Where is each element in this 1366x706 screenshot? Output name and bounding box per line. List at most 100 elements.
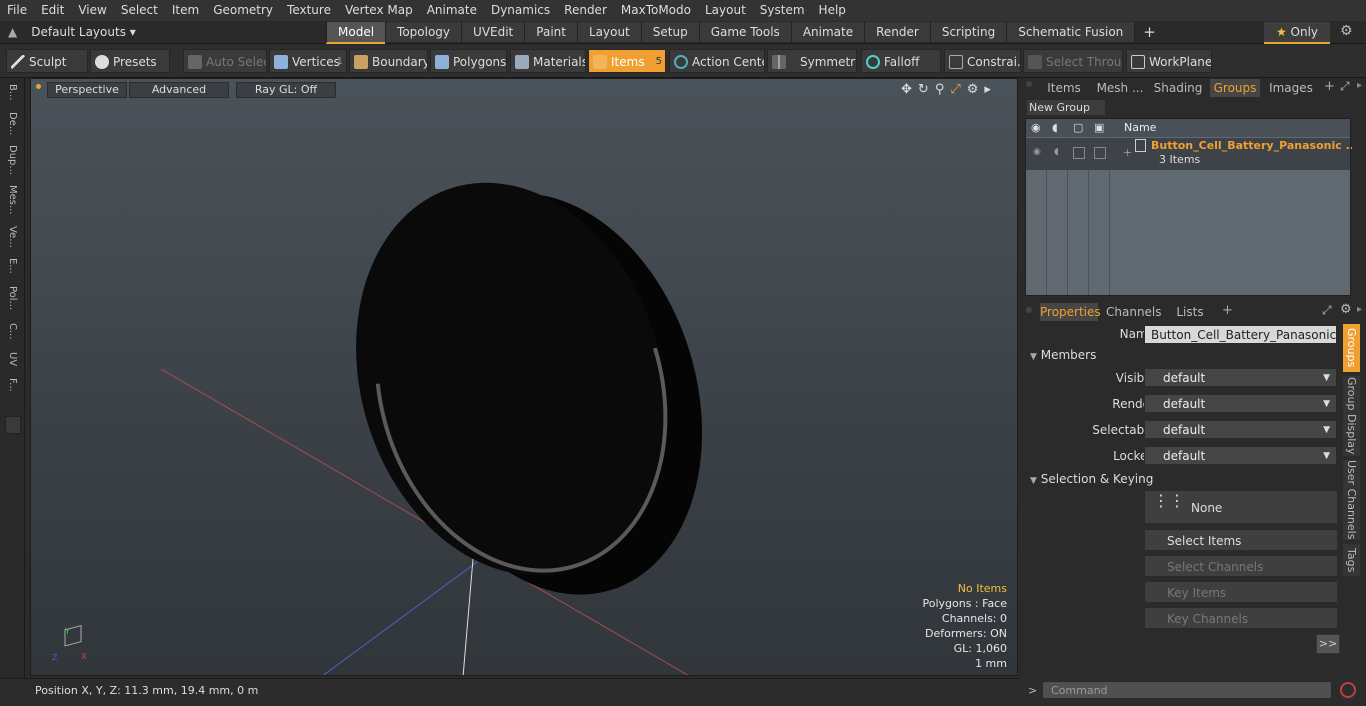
select-through-button[interactable]: Select Through <box>1023 49 1123 73</box>
vertices-button[interactable]: Vertices 1 <box>269 49 347 73</box>
sculpt-button[interactable]: Sculpt <box>6 49 88 73</box>
tab-scripting[interactable]: Scripting <box>929 22 1007 42</box>
presets-button[interactable]: Presets <box>90 49 170 73</box>
falloff-button[interactable]: Falloff <box>861 49 941 73</box>
panel-menu-icon[interactable] <box>1026 81 1032 87</box>
tab-channels[interactable]: Channels <box>1106 303 1162 321</box>
boundary-button[interactable]: Boundary <box>349 49 428 73</box>
group-row[interactable]: + Button_Cell_Battery_Panasonic ... 3 It… <box>1111 138 1358 170</box>
row-lock-checkbox[interactable] <box>1094 147 1106 159</box>
tab-groups[interactable]: Groups <box>1210 79 1260 97</box>
props-expand-icon[interactable]: ⤢ <box>1322 303 1332 318</box>
tab-shading[interactable]: Shading <box>1152 79 1204 97</box>
menu-dynamics[interactable]: Dynamics <box>484 0 557 21</box>
group-list-scrollbar[interactable] <box>1352 118 1364 294</box>
menu-edit[interactable]: Edit <box>34 0 71 21</box>
row-visibility-eye-icon[interactable]: ◉ <box>1033 147 1041 157</box>
left-tab-uv[interactable]: UV <box>3 352 21 366</box>
side-tab-groups[interactable]: Groups <box>1343 324 1360 372</box>
left-tab-edge[interactable]: E... <box>3 258 21 274</box>
props-gear-icon[interactable]: ⚙ <box>1340 302 1352 317</box>
add-tab-button[interactable]: + <box>1134 22 1164 42</box>
tab-topology[interactable]: Topology <box>385 22 462 42</box>
collapse-icon[interactable]: ▲ <box>8 25 17 39</box>
add-tab-icon[interactable]: + <box>1324 79 1335 94</box>
row-select-checkbox[interactable] <box>1073 147 1085 159</box>
3d-viewport[interactable]: Perspective Advanced Ray GL: Off ✥↻⚲⤢⚙▸ … <box>30 78 1018 676</box>
tab-lists[interactable]: Lists <box>1168 303 1212 321</box>
battery-model[interactable] <box>309 144 750 633</box>
tab-mesh[interactable]: Mesh ... <box>1092 79 1148 97</box>
action-center-button[interactable]: Action Center <box>669 49 765 73</box>
name-input[interactable]: Button_Cell_Battery_Panasonic_CR20 <box>1144 325 1337 344</box>
none-button[interactable]: ⋮⋮ None <box>1144 490 1338 524</box>
side-tab-tags[interactable]: Tags <box>1343 544 1360 576</box>
left-tab-mesh-edit[interactable]: Mes... <box>3 185 21 215</box>
gear-icon[interactable]: ⚙ <box>1340 23 1353 39</box>
menu-system[interactable]: System <box>753 0 812 21</box>
locked-dropdown[interactable]: default ▼ <box>1144 446 1337 465</box>
polygons-button[interactable]: Polygons <box>430 49 507 73</box>
tab-model[interactable]: Model <box>326 22 386 44</box>
side-tab-user-channels[interactable]: User Channels <box>1343 460 1360 540</box>
visible-dropdown[interactable]: default ▼ <box>1144 368 1337 387</box>
layout-selector[interactable]: ▲ Default Layouts ▾ <box>8 23 136 41</box>
only-button[interactable]: ★ Only <box>1264 22 1330 44</box>
props-arrow-icon[interactable]: ▸ <box>1357 304 1362 315</box>
menu-texture[interactable]: Texture <box>280 0 338 21</box>
panel-arrow-icon[interactable]: ▸ <box>1357 80 1362 91</box>
menu-select[interactable]: Select <box>114 0 165 21</box>
auto-select-button[interactable]: Auto Select <box>183 49 267 73</box>
name-column-header[interactable]: Name <box>1124 121 1156 134</box>
symmetry-button[interactable]: Symmetry <box>767 49 857 73</box>
tab-animate[interactable]: Animate <box>790 22 865 42</box>
left-tab-fusion[interactable]: F... <box>3 378 21 392</box>
menu-geometry[interactable]: Geometry <box>206 0 280 21</box>
menu-maxtomodo[interactable]: MaxToModo <box>614 0 698 21</box>
menu-help[interactable]: Help <box>812 0 853 21</box>
select-items-button[interactable]: Select Items <box>1144 529 1338 551</box>
tab-game-tools[interactable]: Game Tools <box>698 22 791 42</box>
constraints-button[interactable]: Constrai... <box>944 49 1021 73</box>
expand-panel-icon[interactable]: ⤢ <box>1340 79 1350 94</box>
tab-schematic-fusion[interactable]: Schematic Fusion <box>1006 22 1135 42</box>
record-icon[interactable] <box>1340 682 1356 698</box>
menu-item[interactable]: Item <box>165 0 206 21</box>
materials-button[interactable]: Materials <box>510 49 586 73</box>
strip-toggle-button[interactable] <box>5 416 21 434</box>
more-button[interactable]: >> <box>1316 634 1340 654</box>
row-render-icon[interactable]: ◖ <box>1054 147 1059 157</box>
left-tab-vertex[interactable]: Ve... <box>3 226 21 248</box>
selection-keying-section-header[interactable]: ▼ Selection & Keying <box>1030 472 1153 486</box>
expand-plus-icon[interactable]: + <box>1123 146 1132 159</box>
tab-render[interactable]: Render <box>864 22 930 42</box>
menu-animate[interactable]: Animate <box>420 0 484 21</box>
tab-paint[interactable]: Paint <box>524 22 577 42</box>
render-dropdown[interactable]: default ▼ <box>1144 394 1337 413</box>
menu-file[interactable]: File <box>0 0 34 21</box>
tab-properties[interactable]: Properties <box>1040 303 1101 321</box>
selectable-dropdown[interactable]: default ▼ <box>1144 420 1337 439</box>
tab-layout[interactable]: Layout <box>576 22 641 42</box>
left-tab-basic[interactable]: B... <box>3 84 21 100</box>
tab-setup[interactable]: Setup <box>640 22 699 42</box>
command-input[interactable]: Command <box>1042 681 1332 699</box>
workplane-button[interactable]: WorkPlane <box>1126 49 1212 73</box>
members-section-header[interactable]: ▼ Members <box>1030 348 1096 362</box>
menu-vertex-map[interactable]: Vertex Map <box>338 0 420 21</box>
left-tab-polygon[interactable]: Pol... <box>3 286 21 310</box>
left-tab-curve[interactable]: C... <box>3 323 21 340</box>
new-group-button[interactable]: New Group <box>1026 99 1106 116</box>
menu-view[interactable]: View <box>71 0 113 21</box>
items-button[interactable]: Items 5 <box>588 49 666 73</box>
side-tab-group-display[interactable]: Group Display <box>1343 376 1360 456</box>
key-channels-button[interactable]: Key Channels <box>1144 607 1338 629</box>
left-tab-deform[interactable]: De... <box>3 112 21 135</box>
tab-images[interactable]: Images <box>1268 79 1314 97</box>
menu-layout[interactable]: Layout <box>698 0 753 21</box>
select-channels-button[interactable]: Select Channels <box>1144 555 1338 577</box>
add-props-tab-icon[interactable]: + <box>1222 303 1233 318</box>
tab-uvedit[interactable]: UVEdit <box>461 22 525 42</box>
menu-render[interactable]: Render <box>557 0 614 21</box>
left-tab-duplicate[interactable]: Dup... <box>3 145 21 175</box>
